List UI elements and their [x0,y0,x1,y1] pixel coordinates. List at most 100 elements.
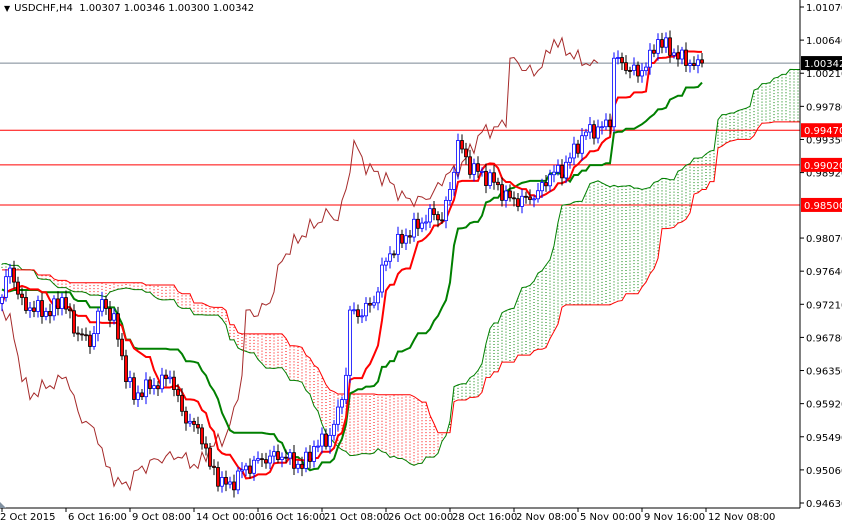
bear-candle [416,218,420,229]
bull-candle [552,171,556,176]
bear-candle [204,443,208,449]
bear-candle [292,452,296,469]
bull-candle [580,135,584,154]
price-tick-label: 0.98070 [806,234,842,245]
bear-candle [212,465,216,468]
scroll-marker-icon[interactable] [0,502,6,508]
bull-candle [672,52,676,56]
bull-candle [128,377,132,383]
bear-candle [368,302,372,306]
bear-candle [512,197,516,200]
bull-candle [316,445,320,448]
bull-candle [288,452,292,459]
bull-candle [456,140,460,173]
bull-candle [376,291,380,304]
bear-candle [476,163,480,172]
time-tick-label: 16 Oct 16:00 [260,512,325,523]
bear-candle [284,456,288,459]
bull-candle [252,459,256,474]
bull-candle [228,481,232,485]
bull-candle [448,189,452,201]
bull-candle [236,470,240,491]
bear-candle [544,182,548,187]
bull-candle [696,59,700,66]
bear-candle [48,311,52,317]
bear-candle [132,377,136,400]
bear-candle [468,156,472,175]
price-chart[interactable]: 1.010701.006401.002100.997800.993500.989… [0,0,842,523]
bull-candle [8,267,12,278]
time-tick-label: 26 Oct 00:00 [388,512,453,523]
bull-candle [348,309,352,376]
bear-candle [32,307,36,312]
bear-candle [104,299,108,309]
bull-candle [60,297,64,309]
dropdown-triangle-icon[interactable]: ▼ [4,4,10,13]
senkou-span-b-line [2,121,800,434]
bear-candle [276,451,280,460]
bull-candle [532,198,536,201]
bear-candle [676,52,680,60]
bear-candle [324,433,328,447]
horizontal-levels [0,62,800,206]
bull-candle [604,119,608,128]
bull-candle [296,463,300,469]
level-price-label: 0.99020 [804,161,842,172]
bull-candle [152,385,156,389]
bear-candle [108,308,112,321]
bear-candle [308,451,312,462]
bear-candle [608,119,612,128]
bear-candle [116,313,120,340]
ichimoku-lines [1,36,800,492]
bull-candle [280,456,284,460]
bull-candle [612,57,616,128]
current-price-label: 1.00342 [804,59,842,70]
bull-candle [320,433,324,447]
bear-candle [164,374,168,380]
bull-candle [648,49,652,68]
bull-candle [220,477,224,487]
bull-candle [36,300,40,312]
level-price-label: 0.98500 [804,201,842,212]
bull-candle [680,49,684,60]
bear-candle [200,427,204,445]
bull-candle [112,313,116,321]
bear-candle [264,459,268,464]
bear-candle [180,394,184,412]
bull-candle [504,190,508,201]
bull-candle [632,64,636,71]
bear-candle [432,208,436,215]
bull-candle [412,218,416,238]
bear-candle [80,333,84,336]
bear-candle [628,70,632,72]
time-tick-label: 9 Nov 16:00 [644,512,705,523]
bull-candle [0,296,4,304]
price-tick-label: 1.01070 [806,3,842,14]
bear-candle [400,233,404,244]
bear-candle [140,392,144,398]
price-tick-label: 0.97640 [806,267,842,278]
bull-candle [168,376,172,380]
bear-candle [500,184,504,201]
bull-candle [332,423,336,436]
price-tick-label: 0.95920 [806,400,842,411]
bull-candle [4,276,8,298]
bear-candle [408,235,412,238]
price-tick-label: 0.97210 [806,300,842,311]
bear-candle [516,198,520,207]
bull-candle [388,253,392,262]
bear-candle [528,196,532,200]
bull-candle [352,309,356,312]
bull-candle [556,164,560,173]
bear-candle [120,338,124,357]
bull-candle [44,311,48,317]
bull-candle [380,264,384,293]
bear-candle [496,181,500,186]
bear-candle [156,385,160,390]
bull-candle [328,434,332,447]
time-tick-label: 28 Oct 16:00 [452,512,517,523]
bull-candle [420,222,424,229]
time-tick-label: 2 Nov 08:00 [516,512,577,523]
bull-candle [596,126,600,139]
bear-candle [216,467,220,487]
